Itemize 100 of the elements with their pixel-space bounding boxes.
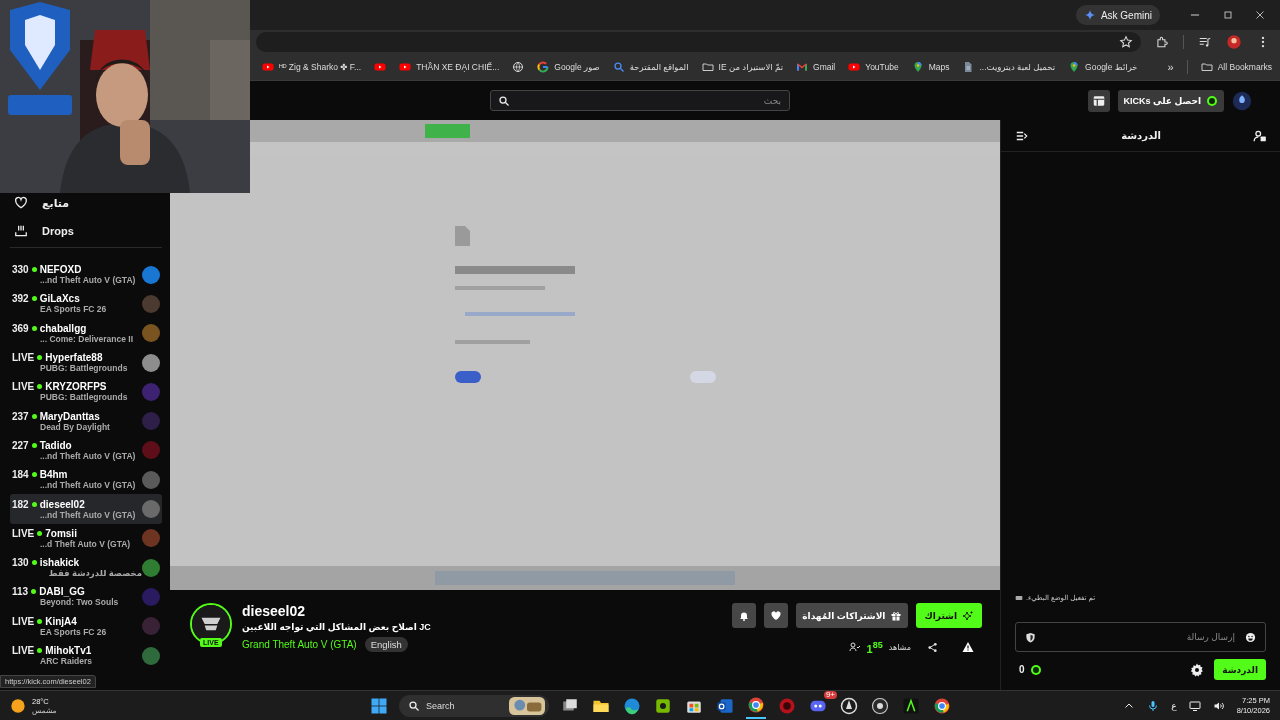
channel-item[interactable]: LIVE Hyperfate88 PUBG: Battlegrounds bbox=[10, 347, 162, 378]
keyboard-language[interactable]: ع bbox=[1171, 700, 1177, 711]
avatar[interactable] bbox=[1232, 90, 1252, 111]
taskbar-search[interactable]: Search bbox=[399, 694, 549, 717]
game-title: مخصصة للدردشة فقط bbox=[47, 568, 142, 579]
star-icon[interactable] bbox=[1119, 35, 1133, 49]
channel-item[interactable]: LIVE 7omsii ...d Theft Auto V (GTA) bbox=[10, 523, 162, 553]
file-icon bbox=[962, 61, 975, 73]
app-icon[interactable] bbox=[840, 696, 858, 715]
bookmark[interactable]: YouTube bbox=[848, 61, 899, 73]
share-icon[interactable] bbox=[927, 641, 938, 653]
channel-name: KinjA4 bbox=[45, 615, 77, 627]
maps-icon bbox=[911, 61, 924, 73]
channel-item[interactable]: LIVE MihokTv1 ARC Raiders bbox=[10, 640, 162, 671]
browser-icon[interactable] bbox=[623, 696, 641, 715]
game-title: Beyond: Two Souls bbox=[39, 597, 120, 608]
user-icon[interactable] bbox=[1253, 128, 1267, 143]
avatar[interactable] bbox=[1226, 34, 1242, 50]
live-dot-icon bbox=[31, 296, 37, 302]
viewer-count: 227 bbox=[12, 439, 29, 451]
live-dot-icon bbox=[37, 384, 43, 390]
viewer-count: 182 bbox=[12, 498, 29, 510]
avatar bbox=[142, 324, 160, 343]
search-field[interactable]: بحث bbox=[490, 90, 790, 111]
bookmark[interactable]: Gmail bbox=[796, 61, 836, 73]
restore-icon[interactable] bbox=[1222, 9, 1234, 21]
channel-item[interactable]: 184 B4hm ...nd Theft Auto V (GTA) bbox=[10, 465, 162, 495]
viewer-count: LIVE bbox=[12, 527, 35, 539]
layout-button[interactable] bbox=[1087, 89, 1110, 112]
mail-icon[interactable] bbox=[716, 696, 734, 715]
browser-icon[interactable] bbox=[933, 696, 951, 715]
game-link[interactable]: Grand Theft Auto V (GTA) bbox=[242, 639, 357, 650]
channel-item[interactable]: 392 GiLaXcs EA Sports FC 26 bbox=[10, 289, 162, 319]
app-icon[interactable] bbox=[871, 696, 889, 715]
channel-item[interactable]: LIVE KRYZORFPS PUBG: Battlegrounds bbox=[10, 377, 162, 407]
channel-item[interactable]: 330 NEFOXD ...nd Theft Auto V (GTA) bbox=[10, 260, 162, 290]
channel-name: dieseel02 bbox=[242, 603, 306, 619]
browser-icon[interactable] bbox=[747, 695, 765, 714]
sidebar-nav-item[interactable]: متابع bbox=[10, 193, 162, 213]
bookmark[interactable] bbox=[512, 61, 525, 73]
language-tag[interactable]: English bbox=[364, 637, 408, 652]
bookmark[interactable]: Maps bbox=[911, 61, 950, 73]
bookmark[interactable]: تحميل لعبة ديترويت... bbox=[962, 61, 1056, 73]
channel-item[interactable]: 113 DABI_GG Beyond: Two Souls bbox=[10, 582, 162, 612]
app-icon[interactable] bbox=[654, 696, 672, 715]
channel-item[interactable]: 369 chaballgg ... Come: Deliverance II bbox=[10, 318, 162, 348]
media-icon[interactable] bbox=[1198, 35, 1212, 49]
live-dot-icon bbox=[37, 530, 43, 536]
bookmark[interactable]: تمّ الاستيراد من IE bbox=[701, 61, 784, 73]
bookmark[interactable]: المواقع المقترحة bbox=[612, 61, 689, 73]
channel-item[interactable]: 227 Tadido ...nd Theft Auto V (GTA) bbox=[10, 435, 162, 466]
game-title: EA Sports FC 26 bbox=[39, 626, 108, 637]
extensions-icon[interactable] bbox=[1155, 35, 1169, 49]
sidebar-nav-item[interactable]: Drops bbox=[10, 221, 162, 241]
viewer-count: LIVE bbox=[12, 645, 35, 656]
chat-send-button[interactable]: الدردشة bbox=[1214, 659, 1266, 680]
channel-name: DABI_GG bbox=[39, 586, 85, 598]
channel-item[interactable]: LIVE KinjA4 EA Sports FC 26 bbox=[10, 611, 162, 641]
follow-button[interactable] bbox=[764, 603, 789, 628]
people-icon bbox=[848, 641, 861, 654]
avatar bbox=[142, 529, 160, 548]
avatar bbox=[142, 587, 160, 606]
get-kicks-button[interactable]: احصل على KICKs bbox=[1117, 89, 1224, 112]
bookmark[interactable] bbox=[374, 61, 387, 73]
bookmark[interactable]: THẦN XE ĐẠI CHIẾ... bbox=[399, 61, 500, 73]
youtube-icon bbox=[399, 61, 412, 73]
search-icon bbox=[612, 61, 625, 73]
channel-name: Hyperfate88 bbox=[45, 352, 103, 364]
game-title: EA Sports FC 26 bbox=[39, 304, 108, 315]
stream-title: JC اصلاح بعض المشاكل التي تواجه اللاعبين bbox=[242, 622, 431, 632]
live-dot-icon bbox=[31, 472, 37, 478]
app-icon[interactable] bbox=[902, 696, 920, 715]
avatar bbox=[142, 412, 160, 431]
viewer-count: 392 bbox=[12, 293, 29, 305]
bookmark[interactable]: Google خرائط bbox=[1068, 61, 1138, 73]
microphone-icon[interactable] bbox=[1147, 699, 1160, 712]
live-dot-icon bbox=[31, 325, 37, 331]
heart-icon bbox=[770, 609, 783, 622]
gifted-subs-button[interactable]: الاشتراكات المُهداة bbox=[796, 603, 909, 628]
folder-icon bbox=[1200, 61, 1213, 73]
report-icon[interactable] bbox=[962, 641, 974, 654]
bookmark[interactable]: ᴴᴰ Zig & Sharko ✤ F... bbox=[262, 61, 362, 73]
emoji-icon[interactable] bbox=[1245, 631, 1256, 643]
close-icon[interactable] bbox=[1254, 9, 1266, 21]
settings-icon[interactable] bbox=[1190, 662, 1205, 677]
channel-item[interactable]: 182 dieseel02 ...nd Theft Auto V (GTA) bbox=[10, 494, 162, 524]
chat-input[interactable]: إرسال رسالة bbox=[1015, 622, 1266, 652]
live-dot-icon bbox=[31, 501, 37, 507]
bookmark[interactable]: Google صور bbox=[537, 61, 600, 73]
monitor-icon[interactable] bbox=[1188, 699, 1201, 712]
channel-item[interactable]: 237 MaryDanttas Dead By Daylight bbox=[10, 406, 162, 436]
notifications-button[interactable] bbox=[732, 603, 757, 628]
channel-name: ishakick bbox=[39, 557, 80, 569]
all-bookmarks-button[interactable]: All Bookmarks bbox=[1200, 61, 1272, 73]
subscribe-button[interactable]: اشتراك bbox=[916, 603, 982, 628]
start-icon[interactable] bbox=[370, 696, 388, 715]
viewer-count: 184 bbox=[12, 469, 29, 481]
game-title: PUBG: Battlegrounds bbox=[39, 363, 129, 374]
ask-gemini-button[interactable]: Ask Gemini bbox=[1075, 5, 1160, 25]
more-bookmarks-button[interactable]: » bbox=[1167, 61, 1174, 73]
